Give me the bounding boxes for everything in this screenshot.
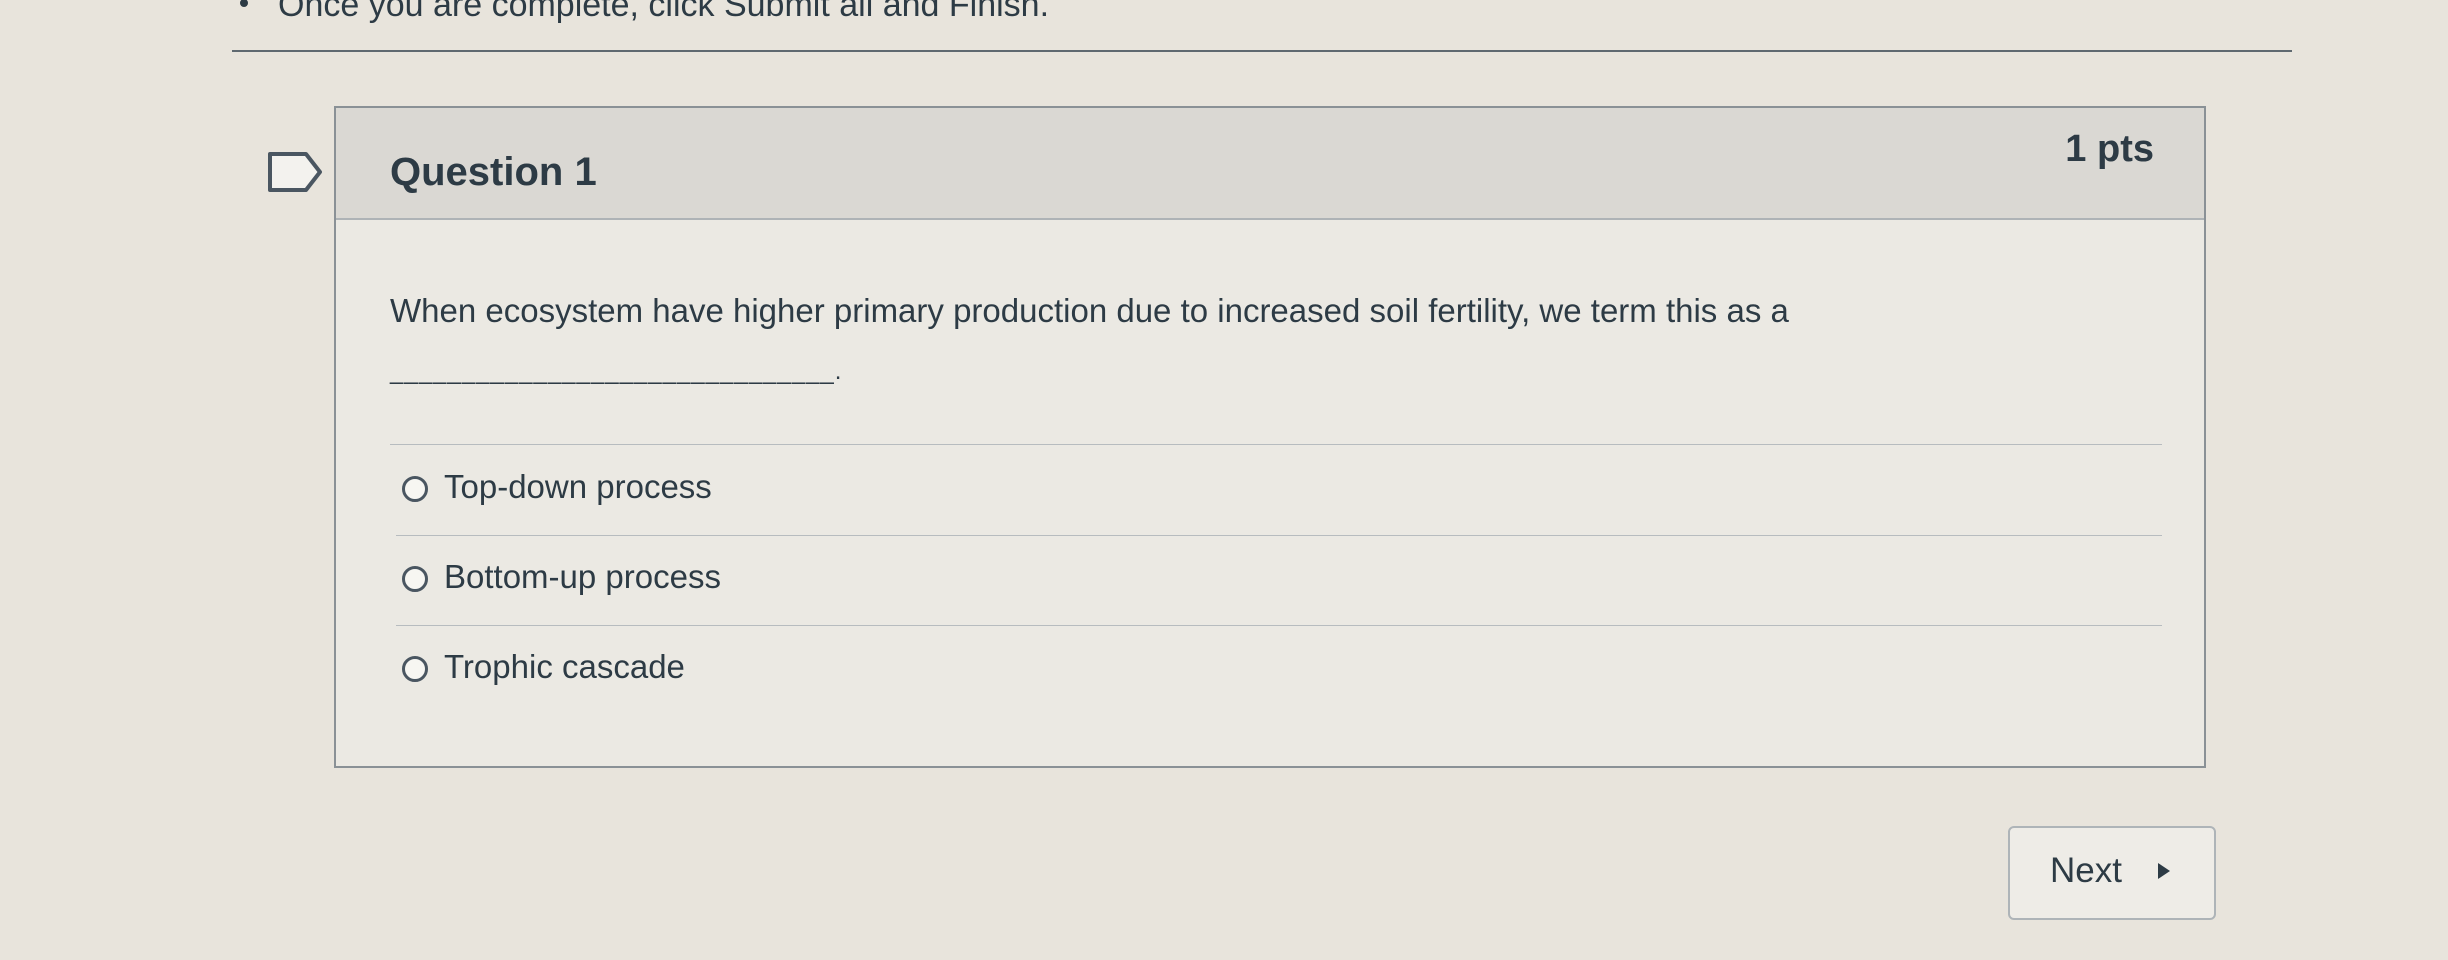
answers-divider: [390, 444, 2162, 445]
radio-button[interactable]: [402, 656, 428, 682]
top-divider: [232, 50, 2292, 52]
question-header: Question 1 1 pts: [336, 108, 2204, 220]
answer-label: Bottom-up process: [444, 558, 721, 595]
question-title: Question 1: [390, 150, 597, 194]
bullet-icon: [240, 0, 248, 8]
answer-label: Trophic cascade: [444, 648, 685, 685]
answer-option-trophic-cascade[interactable]: Trophic cascade: [396, 626, 2162, 716]
instruction-text: Once you are complete, click Submit all …: [240, 0, 1049, 25]
answer-option-bottom-up[interactable]: Bottom-up process: [396, 536, 2162, 626]
question-points: 1 pts: [2065, 128, 2154, 170]
answer-label: Top-down process: [444, 468, 712, 505]
question-card: Question 1 1 pts When ecosystem have hig…: [334, 106, 2206, 768]
answer-option-top-down[interactable]: Top-down process: [396, 446, 2162, 536]
next-button[interactable]: Next: [2008, 826, 2216, 920]
radio-button[interactable]: [402, 476, 428, 502]
instruction-label: Once you are complete, click Submit all …: [278, 0, 1050, 24]
next-button-label: Next: [2050, 851, 2122, 890]
flag-icon[interactable]: [268, 152, 324, 192]
caret-right-icon: [2158, 863, 2170, 879]
answer-blank: _______________________________.: [390, 358, 843, 385]
radio-button[interactable]: [402, 566, 428, 592]
question-prompt: When ecosystem have higher primary produ…: [390, 292, 1789, 329]
